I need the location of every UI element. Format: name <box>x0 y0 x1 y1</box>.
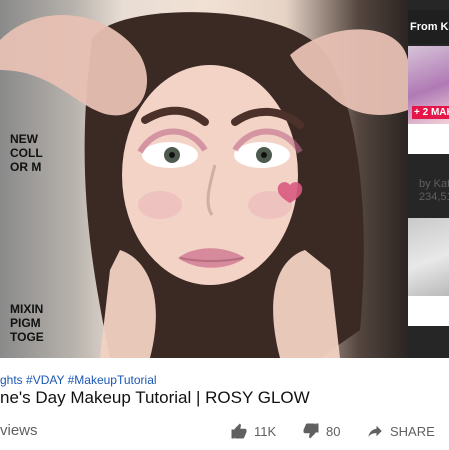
rail-header: From Ka <box>408 10 449 44</box>
recommended-video-card[interactable] <box>408 218 449 326</box>
dislike-count: 80 <box>326 423 341 439</box>
view-count: views <box>0 422 38 439</box>
thumb-down-icon <box>303 423 319 439</box>
recommended-meta: by Kat 234,51 <box>419 178 449 203</box>
dislike-button[interactable]: 80 <box>302 422 340 440</box>
thumb-up-icon <box>231 423 247 439</box>
like-count: 11K <box>254 423 277 439</box>
recommended-video-card[interactable]: + 2 MAKE <box>408 46 449 154</box>
like-button[interactable]: 11K <box>230 422 276 440</box>
share-icon <box>368 425 382 437</box>
share-label: SHARE <box>390 423 435 439</box>
thumbnail-badge: + 2 MAKE <box>412 106 449 119</box>
video-title: ne's Day Makeup Tutorial | ROSY GLOW <box>0 388 310 407</box>
share-button[interactable]: SHARE <box>366 422 435 440</box>
recommended-title[interactable]: NEW COLL OR M <box>10 132 70 174</box>
hashtags[interactable]: ghts #VDAY #MakeupTutorial <box>0 373 157 387</box>
recommended-title[interactable]: MIXIN PIGM TOGE <box>10 302 70 344</box>
recommended-thumbnail[interactable]: + 2 MAKE <box>408 46 449 124</box>
recommended-thumbnail[interactable] <box>408 218 449 296</box>
